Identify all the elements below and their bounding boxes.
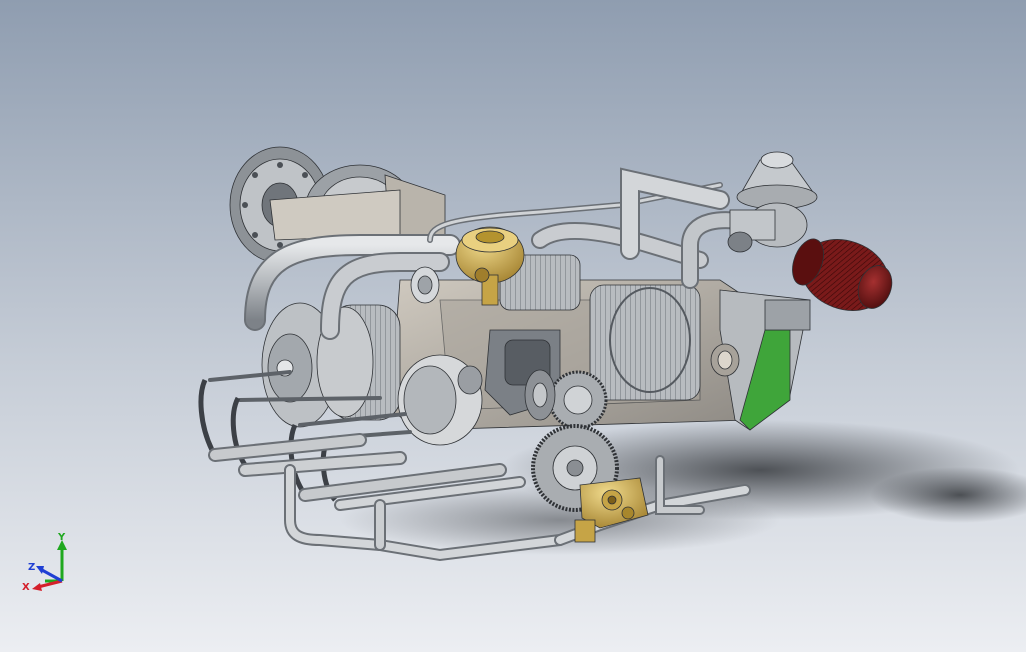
crankshaft-pulley[interactable] xyxy=(524,369,556,421)
cylinder-rear-right[interactable] xyxy=(589,284,701,401)
timing-gear-upper[interactable] xyxy=(548,370,608,430)
fuel-fitting[interactable] xyxy=(410,266,440,304)
engine-model-view[interactable]: Y X Z xyxy=(0,0,1026,652)
cad-viewport[interactable]: Y X Z xyxy=(0,0,1026,652)
z-axis-label: Z xyxy=(28,562,35,573)
y-axis-label: Y xyxy=(57,532,66,543)
oil-filler-cap[interactable] xyxy=(710,343,740,377)
x-axis-label: X xyxy=(22,582,30,593)
